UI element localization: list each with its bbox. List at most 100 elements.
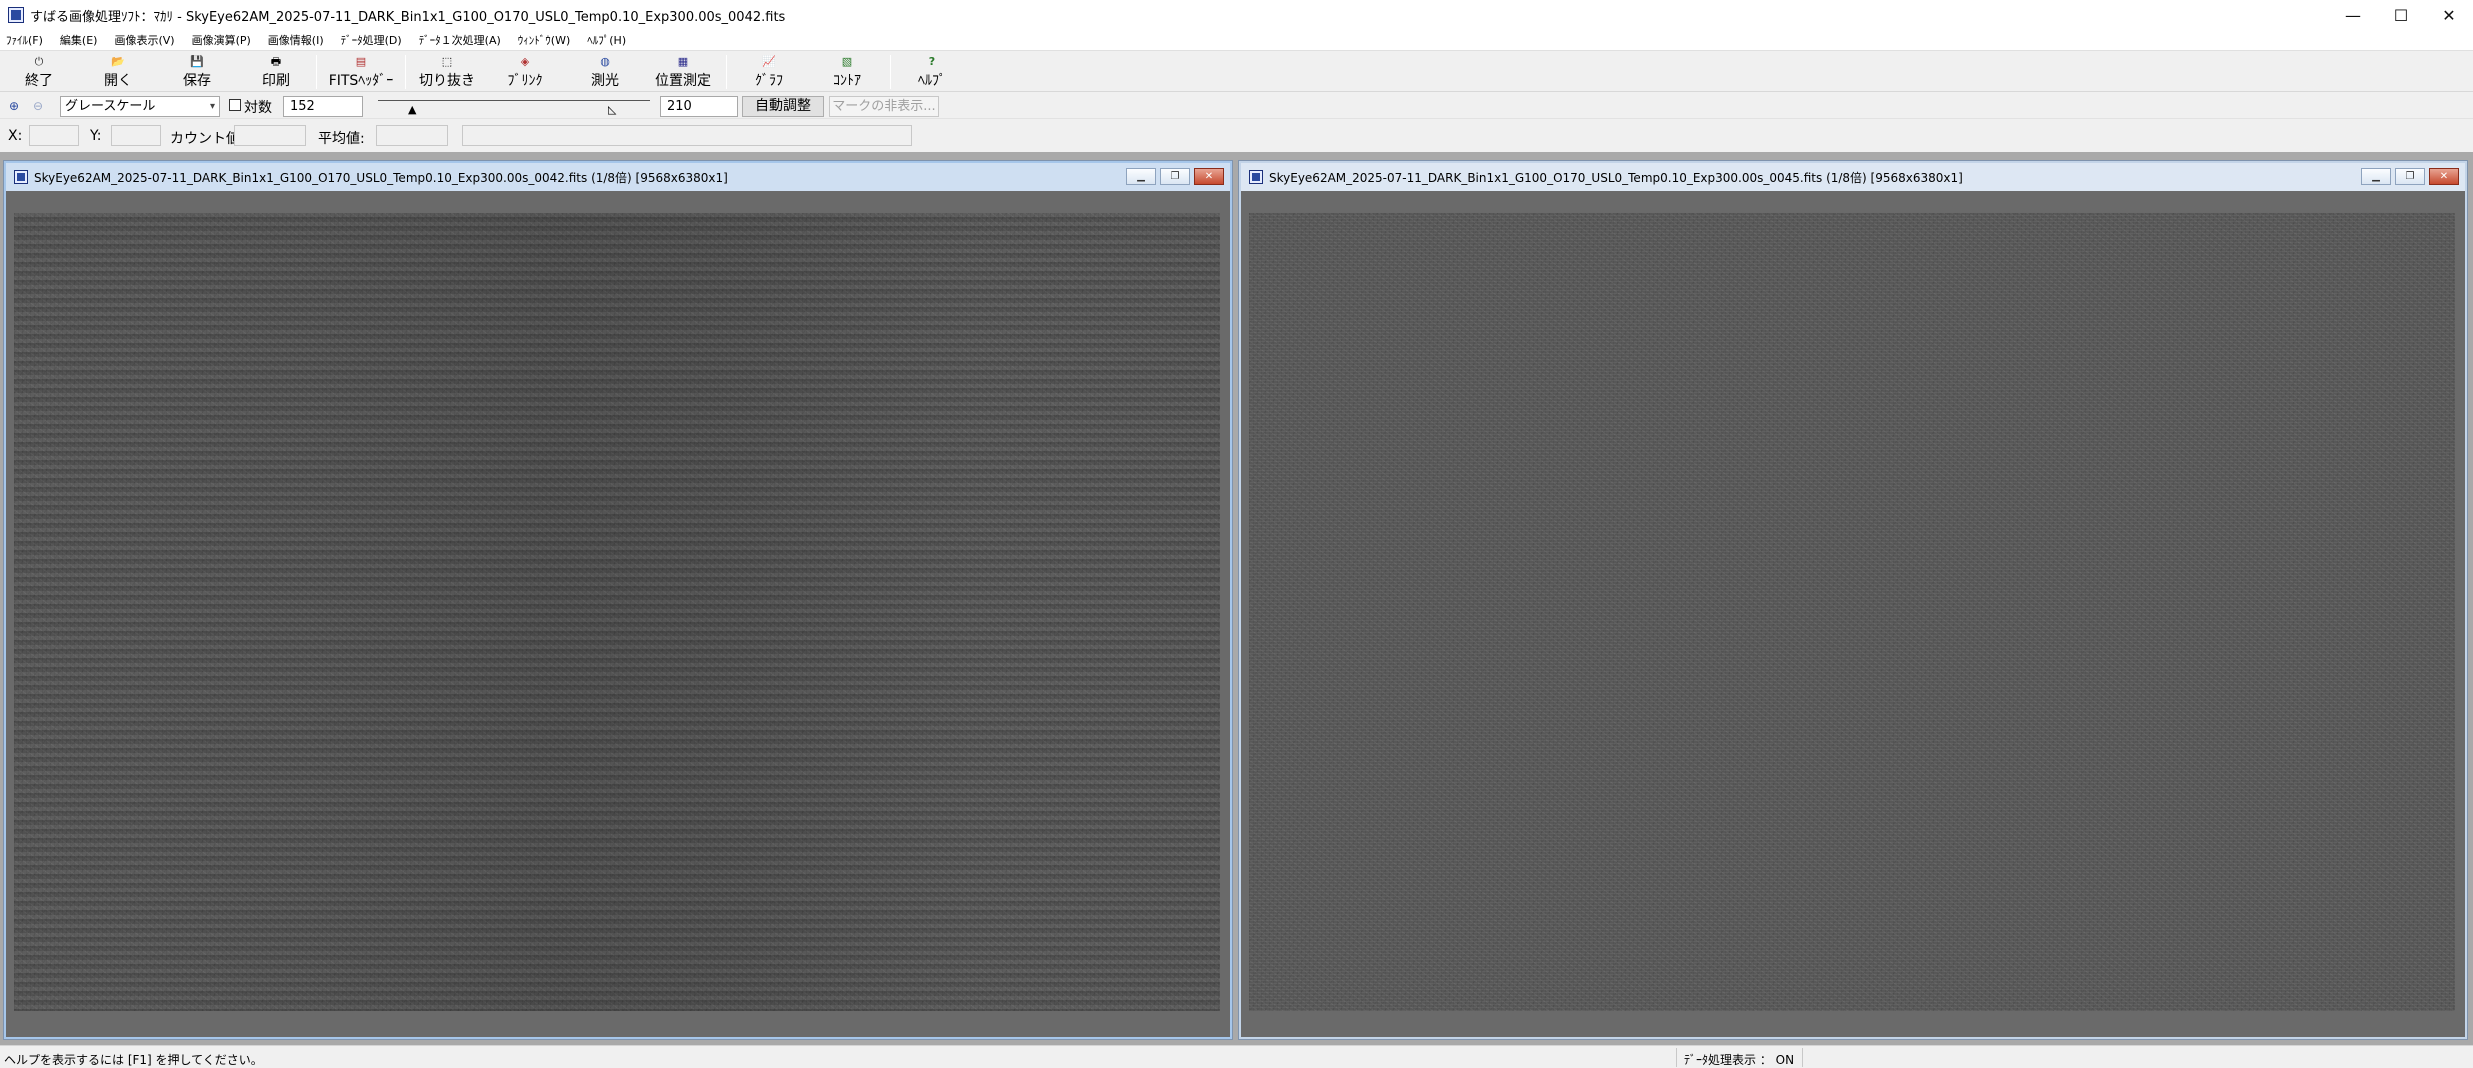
menu-file[interactable]: ﾌｧｲﾙ(F) bbox=[6, 32, 43, 48]
photometry-button[interactable]: ◍ 測光 bbox=[580, 55, 630, 91]
slider-rail bbox=[378, 100, 650, 101]
image-window-icon[interactable] bbox=[14, 170, 28, 184]
fits-header-icon: ▤ bbox=[355, 55, 367, 68]
title-bar: すばる画像処理ｿﾌﾄ：ﾏｶﾘ - SkyEye62AM_2025-07-11_D… bbox=[0, 0, 2473, 30]
photometry-icon: ◍ bbox=[600, 55, 610, 68]
menu-bar: ﾌｧｲﾙ(F) 編集(E) 画像表示(V) 画像演算(P) 画像情報(I) ﾃﾞ… bbox=[0, 30, 2473, 50]
image-window-icon[interactable] bbox=[1249, 170, 1263, 184]
zoom-in-button[interactable]: ⊕ bbox=[4, 96, 24, 116]
restore-button[interactable]: ❐ bbox=[1160, 168, 1190, 185]
minimize-icon: ▁ bbox=[1137, 171, 1145, 182]
help-icon: ? bbox=[928, 55, 936, 68]
toolbar-separator bbox=[405, 55, 406, 89]
position-measure-icon: ▦ bbox=[677, 55, 689, 68]
restore-icon: ❐ bbox=[2405, 171, 2415, 182]
menu-help[interactable]: ﾍﾙﾌﾟ(H) bbox=[587, 32, 626, 48]
app-icon[interactable] bbox=[8, 7, 24, 23]
toolbar-separator bbox=[726, 55, 727, 89]
blink-icon: ◈ bbox=[520, 55, 530, 68]
minimize-button[interactable]: — bbox=[2329, 0, 2377, 30]
save-button[interactable]: 💾 保存 bbox=[176, 55, 218, 91]
log-scale-checkbox[interactable] bbox=[229, 99, 241, 111]
x-label: X: bbox=[8, 128, 23, 144]
graph-button[interactable]: 📈 ｸﾞﾗﾌ bbox=[746, 55, 792, 91]
status-separator bbox=[1676, 1048, 1677, 1067]
window-title: すばる画像処理ｿﾌﾄ：ﾏｶﾘ - SkyEye62AM_2025-07-11_D… bbox=[30, 9, 786, 25]
help-button[interactable]: ? ﾍﾙﾌﾟ bbox=[910, 55, 954, 91]
restore-button[interactable]: ❐ bbox=[2395, 168, 2425, 185]
pixel-info-bar: X: Y: カウント値: 平均値: bbox=[0, 120, 2473, 152]
menu-view[interactable]: 画像表示(V) bbox=[114, 32, 174, 48]
power-icon: ⏻ bbox=[34, 55, 44, 68]
info-extra-field bbox=[462, 125, 912, 146]
menu-edit[interactable]: 編集(E) bbox=[60, 32, 98, 48]
x-value-field bbox=[29, 125, 79, 146]
max-slider-thumb[interactable]: ◺ bbox=[608, 104, 616, 115]
image-window-controls: ▁ ❐ ✕ bbox=[2357, 168, 2459, 185]
minimize-button[interactable]: ▁ bbox=[1126, 168, 1156, 185]
crop-icon: ⬚ bbox=[441, 55, 453, 68]
image-window-titlebar[interactable]: SkyEye62AM_2025-07-11_DARK_Bin1x1_G100_O… bbox=[6, 163, 1230, 191]
level-slider[interactable]: ▲ ◺ bbox=[378, 97, 650, 115]
close-button[interactable]: ✕ bbox=[2425, 0, 2473, 30]
close-button[interactable]: ✕ bbox=[1194, 168, 1224, 185]
maximize-button[interactable]: ☐ bbox=[2377, 0, 2425, 30]
contour-button[interactable]: ▧ ｺﾝﾄｱ bbox=[822, 55, 872, 91]
auto-adjust-button[interactable]: 自動調整 bbox=[742, 96, 824, 117]
image-canvas[interactable] bbox=[1249, 213, 2455, 1011]
chevron-down-icon: ▾ bbox=[209, 101, 215, 112]
close-icon: ✕ bbox=[2439, 171, 2449, 182]
color-mode-select[interactable]: グレースケール ▾ bbox=[60, 96, 220, 117]
status-separator bbox=[1802, 1048, 1803, 1067]
image-window-controls: ▁ ❐ ✕ bbox=[1122, 168, 1224, 185]
menu-window[interactable]: ｳｨﾝﾄﾞｳ(W) bbox=[518, 32, 570, 48]
blink-button[interactable]: ◈ ﾌﾞﾘﾝｸ bbox=[497, 55, 553, 91]
image-canvas[interactable] bbox=[14, 213, 1220, 1011]
toolbar: ⏻ 終了 📂 開く 💾 保存 🖶 印刷 ▤ FITSﾍｯﾀﾞｰ ⬚ 切り抜き ◈… bbox=[0, 50, 2473, 92]
menu-primary-processing[interactable]: ﾃﾞｰﾀ１次処理(A) bbox=[419, 32, 501, 48]
menu-image-info[interactable]: 画像情報(I) bbox=[268, 32, 324, 48]
count-value-field bbox=[234, 125, 306, 146]
menu-image-arithmetic[interactable]: 画像演算(P) bbox=[192, 32, 251, 48]
status-help-text: ヘルプを表示するには [F1] を押してください。 bbox=[4, 1053, 263, 1067]
image-banding bbox=[14, 213, 1220, 1011]
print-button[interactable]: 🖶 印刷 bbox=[255, 55, 297, 91]
image-window-0042[interactable]: SkyEye62AM_2025-07-11_DARK_Bin1x1_G100_O… bbox=[4, 161, 1232, 1039]
hide-marks-button[interactable]: マークの非表示... bbox=[829, 96, 939, 117]
zoom-out-icon: ⊖ bbox=[32, 99, 44, 113]
position-measure-button[interactable]: ▦ 位置測定 bbox=[648, 55, 718, 91]
min-slider-thumb[interactable]: ▲ bbox=[408, 104, 416, 115]
color-mode-value: グレースケール bbox=[65, 99, 156, 114]
close-button[interactable]: ✕ bbox=[2429, 168, 2459, 185]
open-folder-icon: 📂 bbox=[111, 55, 125, 68]
open-button[interactable]: 📂 開く bbox=[97, 55, 139, 91]
y-label: Y: bbox=[90, 128, 102, 144]
contour-icon: ▧ bbox=[841, 55, 853, 68]
restore-icon: ❐ bbox=[1170, 171, 1180, 182]
status-bar: ヘルプを表示するには [F1] を押してください。 ﾃﾞｰﾀ処理表示 ： ON bbox=[0, 1045, 2473, 1068]
image-window-titlebar[interactable]: SkyEye62AM_2025-07-11_DARK_Bin1x1_G100_O… bbox=[1241, 163, 2465, 191]
mean-label: 平均値: bbox=[318, 131, 365, 147]
window-controls: — ☐ ✕ bbox=[2329, 0, 2473, 30]
exit-button[interactable]: ⏻ 終了 bbox=[18, 55, 60, 91]
menu-data-processing[interactable]: ﾃﾞｰﾀ処理(D) bbox=[341, 32, 402, 48]
mean-value-field bbox=[376, 125, 448, 146]
printer-icon: 🖶 bbox=[270, 55, 282, 68]
zoom-out-button[interactable]: ⊖ bbox=[28, 96, 48, 116]
data-processing-status: ﾃﾞｰﾀ処理表示 ： ON bbox=[1684, 1053, 1795, 1067]
graph-icon: 📈 bbox=[762, 55, 776, 68]
crop-button[interactable]: ⬚ 切り抜き bbox=[412, 55, 482, 91]
toolbar-separator bbox=[316, 55, 317, 89]
min-value-field[interactable]: 152 bbox=[283, 96, 363, 117]
minimize-icon: ▁ bbox=[2372, 171, 2380, 182]
image-window-title: SkyEye62AM_2025-07-11_DARK_Bin1x1_G100_O… bbox=[1269, 170, 1963, 185]
max-value-field[interactable]: 210 bbox=[660, 96, 738, 117]
fits-header-button[interactable]: ▤ FITSﾍｯﾀﾞｰ bbox=[322, 55, 400, 91]
image-window-title: SkyEye62AM_2025-07-11_DARK_Bin1x1_G100_O… bbox=[34, 170, 728, 185]
close-icon: ✕ bbox=[1204, 171, 1214, 182]
minimize-button[interactable]: ▁ bbox=[2361, 168, 2391, 185]
floppy-disk-icon: 💾 bbox=[190, 55, 204, 68]
display-controls: ⊕ ⊖ グレースケール ▾ 対数 152 ▲ ◺ 210 自動調整 マークの非表… bbox=[0, 93, 2473, 119]
y-value-field bbox=[111, 125, 161, 146]
image-window-0045[interactable]: SkyEye62AM_2025-07-11_DARK_Bin1x1_G100_O… bbox=[1239, 161, 2467, 1039]
